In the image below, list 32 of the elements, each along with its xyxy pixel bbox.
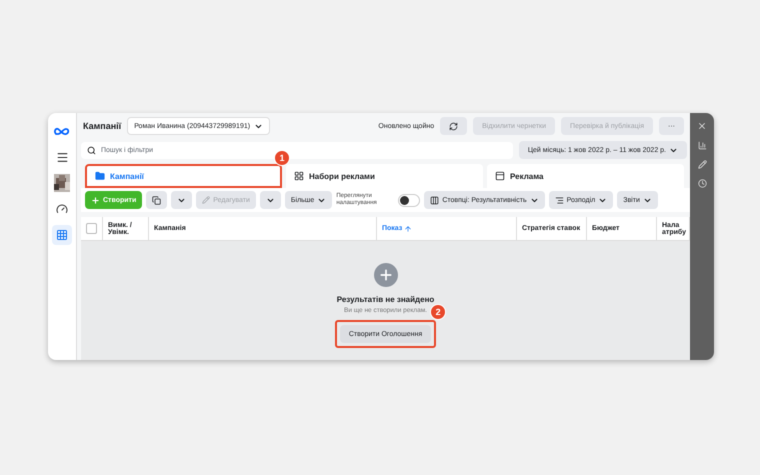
- grid-icon: [56, 229, 68, 241]
- plus-icon: [374, 263, 398, 287]
- refresh-icon: [449, 122, 458, 130]
- search-icon: [87, 146, 96, 154]
- window-icon: [495, 171, 505, 181]
- tab[interactable]: Набори реклами: [286, 164, 483, 188]
- folder-icon: [95, 171, 105, 181]
- tab[interactable]: Реклама: [487, 164, 684, 188]
- copy-icon: [152, 196, 162, 204]
- gauge-icon: [56, 203, 68, 215]
- dropdown-button[interactable]: [260, 191, 281, 209]
- pencil-icon: [202, 196, 210, 204]
- tab[interactable]: Кампанії: [85, 164, 282, 188]
- toggle-switch[interactable]: [398, 194, 420, 206]
- select-all-checkbox[interactable]: [86, 223, 97, 234]
- close-icon[interactable]: [697, 121, 707, 131]
- columns-icon: [430, 196, 440, 204]
- clock-icon[interactable]: [698, 179, 706, 188]
- bar-chart-icon[interactable]: [698, 141, 706, 150]
- sort-arrow-icon: [404, 224, 412, 232]
- lines-icon: [554, 196, 564, 204]
- empty-title: Результатів не знайдено: [336, 295, 434, 304]
- page-title: Кампанії: [83, 121, 122, 131]
- nav-item[interactable]: [52, 173, 72, 193]
- menu-icon: [56, 150, 68, 164]
- duplicate-button[interactable]: [146, 191, 168, 209]
- callout-badge: 2: [430, 304, 446, 320]
- pencil-icon[interactable]: [698, 160, 706, 169]
- grid-icon: [294, 171, 304, 181]
- plus-icon: [91, 196, 100, 204]
- refresh-button[interactable]: [440, 117, 468, 135]
- logo-icon: [54, 126, 70, 136]
